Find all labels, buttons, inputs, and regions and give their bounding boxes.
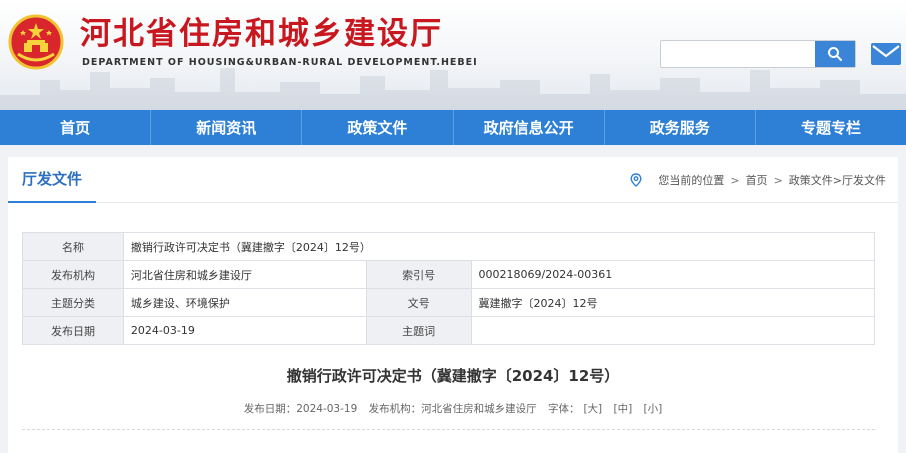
- font-size-label: 字体：: [547, 403, 580, 415]
- article-info: 发布日期：2024-03-19 发布机构：河北省住房和城乡建设厅 字体： [大] …: [8, 401, 898, 416]
- article-issuer: 发布机构：河北省住房和城乡建设厅: [368, 403, 537, 415]
- document-metadata-table: 名称 撤销行政许可决定书（冀建撤字〔2024〕12号） 发布机构 河北省住房和城…: [22, 232, 876, 345]
- breadcrumb-location-label: 您当前的位置: [658, 174, 725, 187]
- index-label: 索引号: [365, 260, 472, 289]
- article-title: 撤销行政许可决定书（冀建撤字〔2024〕12号）: [286, 367, 620, 385]
- name-value: 撤销行政许可决定书（冀建撤字〔2024〕12号）: [122, 232, 876, 261]
- font-small-button[interactable]: [小]: [644, 403, 663, 415]
- search-input[interactable]: [661, 41, 815, 67]
- issuer-label: 发布机构: [22, 260, 124, 289]
- location-pin-icon: [630, 173, 642, 187]
- search-icon: [828, 47, 842, 61]
- article-date: 发布日期：2024-03-19: [243, 403, 358, 415]
- document-number-label: 文号: [365, 288, 472, 317]
- table-row: 发布日期 2024-03-19 主题词: [22, 316, 876, 345]
- search-button[interactable]: [815, 41, 855, 67]
- section-header: 厅发文件 您当前的位置 > 首页 > 政策文件>厅发文件: [8, 157, 898, 203]
- font-medium-button[interactable]: [中]: [614, 403, 633, 415]
- nav-special-topics[interactable]: 专题专栏: [756, 110, 906, 145]
- publish-date-value: 2024-03-19: [122, 316, 367, 345]
- article-content: 名称 撤销行政许可决定书（冀建撤字〔2024〕12号） 发布机构 河北省住房和城…: [8, 203, 898, 453]
- mail-icon[interactable]: [870, 42, 902, 66]
- main-nav: 首页 新闻资讯 政策文件 政府信息公开 政务服务 专题专栏: [0, 110, 906, 145]
- table-row: 发布机构 河北省住房和城乡建设厅 索引号 000218069/2024-0036…: [22, 260, 876, 289]
- table-row: 主题分类 城乡建设、环境保护 文号 冀建撤字〔2024〕12号: [22, 288, 876, 317]
- publish-date-label: 发布日期: [22, 316, 124, 345]
- font-large-button[interactable]: [大]: [583, 403, 602, 415]
- site-subtitle: DEPARTMENT OF HOUSING&URBAN-RURAL DEVELO…: [82, 57, 478, 68]
- document-number-value: 冀建撤字〔2024〕12号: [470, 288, 876, 317]
- topic-label: 主题分类: [22, 288, 124, 317]
- keywords-value: [470, 316, 876, 345]
- section-title: 厅发文件: [8, 157, 97, 203]
- nav-home[interactable]: 首页: [0, 110, 152, 145]
- table-row: 名称 撤销行政许可决定书（冀建撤字〔2024〕12号）: [22, 232, 876, 261]
- issuer-value: 河北省住房和城乡建设厅: [122, 260, 367, 289]
- national-emblem-icon: [8, 14, 64, 70]
- keywords-label: 主题词: [365, 316, 472, 345]
- breadcrumb-separator: >: [730, 173, 740, 187]
- breadcrumb: 您当前的位置 > 首页 > 政策文件>厅发文件: [630, 157, 886, 203]
- name-label: 名称: [22, 232, 124, 261]
- nav-policy-documents[interactable]: 政策文件: [302, 110, 454, 145]
- site-header: 河北省住房和城乡建设厅 DEPARTMENT OF HOUSING&URBAN-…: [0, 0, 906, 110]
- nav-government-info[interactable]: 政府信息公开: [454, 110, 605, 145]
- breadcrumb-home-link[interactable]: 首页: [746, 172, 768, 188]
- breadcrumb-separator: >: [773, 173, 783, 187]
- index-value: 000218069/2024-00361: [470, 260, 876, 289]
- divider: [22, 429, 875, 430]
- topic-value: 城乡建设、环境保护: [122, 288, 367, 317]
- nav-government-services[interactable]: 政务服务: [605, 110, 756, 145]
- breadcrumb-current-link[interactable]: 政策文件>厅发文件: [789, 172, 886, 188]
- site-title: 河北省住房和城乡建设厅: [80, 16, 443, 52]
- search-box: [660, 40, 856, 68]
- nav-news[interactable]: 新闻资讯: [151, 110, 303, 145]
